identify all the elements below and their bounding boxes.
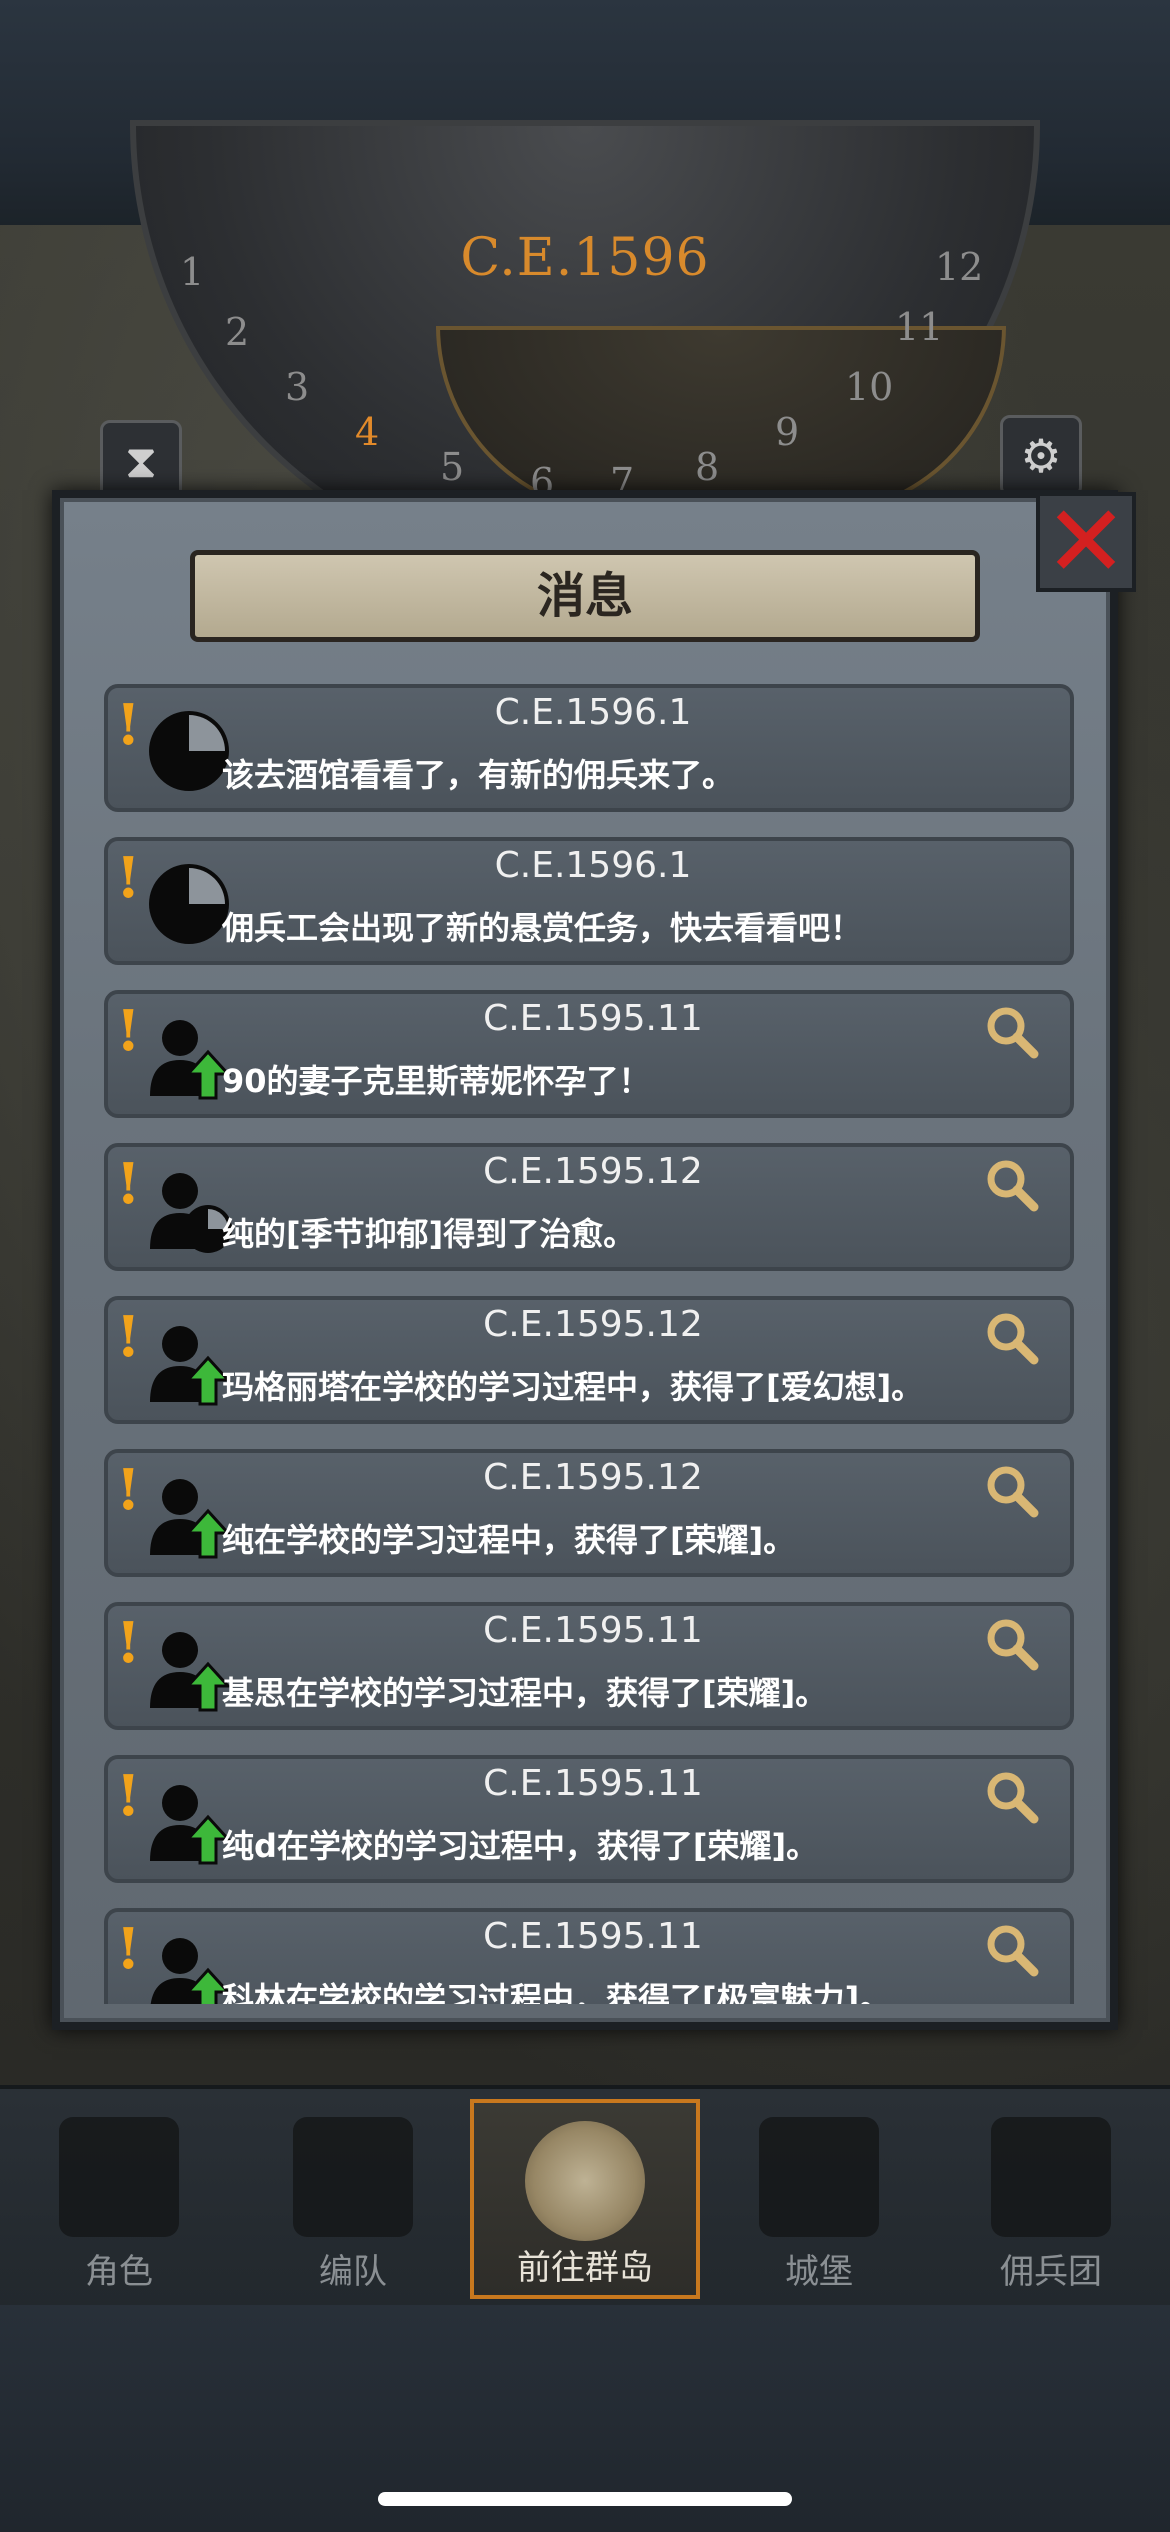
search-icon[interactable] (984, 1769, 1040, 1825)
message-row[interactable]: ! C.E.1595.11 90的妻子克里斯蒂妮怀孕了！ (104, 990, 1074, 1118)
month-1: 1 (180, 250, 205, 294)
message-date: C.E.1595.12 (483, 1304, 703, 1345)
message-date: C.E.1595.11 (483, 998, 703, 1039)
month-2: 2 (225, 310, 250, 354)
message-date: C.E.1595.12 (483, 1151, 703, 1192)
current-year: C.E.1596 (460, 228, 710, 288)
search-icon[interactable] (984, 1463, 1040, 1519)
message-row[interactable]: ! C.E.1596.1 佣兵工会出现了新的悬赏任务，快去看看吧！ (104, 837, 1074, 965)
message-text: 玛格丽塔在学校的学习过程中，获得了[爱幻想]。 (222, 1368, 924, 1406)
messages-panel: 消息 ✕ ! C.E.1596.1 该去酒馆看看了，有新的佣兵来了。! C.E.159… (52, 490, 1136, 2030)
nav-item-mercenary[interactable]: 佣兵团 (936, 2099, 1166, 2299)
message-row[interactable]: ! C.E.1595.12 玛格丽塔在学校的学习过程中，获得了[爱幻想]。 (104, 1296, 1074, 1424)
message-row[interactable]: ! C.E.1595.11 科林在学校的学习过程中，获得了[极富魅力]。 (104, 1908, 1074, 2004)
world-map-icon (525, 2121, 645, 2241)
month-12[interactable]: 12 (935, 245, 983, 289)
close-button[interactable]: ✕ (1036, 492, 1136, 592)
home-indicator[interactable] (378, 2492, 792, 2506)
message-row[interactable]: ! C.E.1595.11 纯d在学校的学习过程中，获得了[荣耀]。 (104, 1755, 1074, 1883)
month-11[interactable]: 11 (895, 305, 943, 349)
nav-item-character[interactable]: 角色 (4, 2099, 234, 2299)
message-date: C.E.1596.1 (494, 692, 692, 733)
month-10[interactable]: 10 (845, 365, 893, 409)
message-row[interactable]: ! C.E.1595.12 纯的[季节抑郁]得到了治愈。 (104, 1143, 1074, 1271)
nav-item-islands[interactable]: 前往群岛 (470, 2099, 700, 2299)
message-text: 纯在学校的学习过程中，获得了[荣耀]。 (222, 1521, 796, 1559)
message-text: 科林在学校的学习过程中，获得了[极富魅力]。 (222, 1980, 892, 2004)
nav-label: 前往群岛 (517, 2248, 653, 2288)
month-8[interactable]: 8 (695, 445, 719, 489)
castle-icon (759, 2117, 879, 2237)
nav-item-castle[interactable]: 城堡 (704, 2099, 934, 2299)
message-date: C.E.1595.11 (483, 1610, 703, 1651)
message-text: 该去酒馆看看了，有新的佣兵来了。 (222, 756, 735, 794)
nav-label: 编队 (319, 2252, 387, 2292)
nav-item-formation[interactable]: 编队 (238, 2099, 468, 2299)
message-row[interactable]: ! C.E.1596.1 该去酒馆看看了，有新的佣兵来了。 (104, 684, 1074, 812)
search-icon[interactable] (984, 1616, 1040, 1672)
search-icon[interactable] (984, 1157, 1040, 1213)
message-text: 纯的[季节抑郁]得到了治愈。 (222, 1215, 636, 1253)
message-text: 基思在学校的学习过程中，获得了[荣耀]。 (222, 1674, 828, 1712)
message-date: C.E.1595.11 (483, 1916, 703, 1957)
message-text: 佣兵工会出现了新的悬赏任务，快去看看吧！ (222, 909, 863, 947)
message-text: 90的妻子克里斯蒂妮怀孕了！ (222, 1062, 651, 1100)
month-3: 3 (285, 365, 310, 409)
search-icon[interactable] (984, 1310, 1040, 1366)
message-row[interactable]: ! C.E.1595.11 基思在学校的学习过程中，获得了[荣耀]。 (104, 1602, 1074, 1730)
month-4[interactable]: 4 (355, 410, 379, 454)
nav-label: 城堡 (785, 2252, 853, 2292)
panel-title: 消息 (190, 550, 980, 642)
nav-label: 角色 (85, 2252, 153, 2292)
message-text: 纯d在学校的学习过程中，获得了[荣耀]。 (222, 1827, 819, 1865)
close-icon: ✕ (1044, 483, 1128, 600)
search-icon[interactable] (984, 1004, 1040, 1060)
message-date: C.E.1595.11 (483, 1763, 703, 1804)
search-icon[interactable] (984, 1922, 1040, 1978)
nav-label: 佣兵团 (1000, 2252, 1102, 2292)
knight-icon (59, 2117, 179, 2237)
message-row[interactable]: ! C.E.1595.12 纯在学校的学习过程中，获得了[荣耀]。 (104, 1449, 1074, 1577)
message-list[interactable]: ! C.E.1596.1 该去酒馆看看了，有新的佣兵来了。! C.E.1596.1 佣兵… (104, 684, 1074, 2004)
message-date: C.E.1595.12 (483, 1457, 703, 1498)
month-5[interactable]: 5 (440, 445, 464, 489)
helmet-icon (293, 2117, 413, 2237)
banner-icon (991, 2117, 1111, 2237)
bottom-navigation: 角色 编队 前往群岛 城堡 佣兵团 (0, 2085, 1170, 2309)
message-date: C.E.1596.1 (494, 845, 692, 886)
month-9[interactable]: 9 (775, 410, 799, 454)
